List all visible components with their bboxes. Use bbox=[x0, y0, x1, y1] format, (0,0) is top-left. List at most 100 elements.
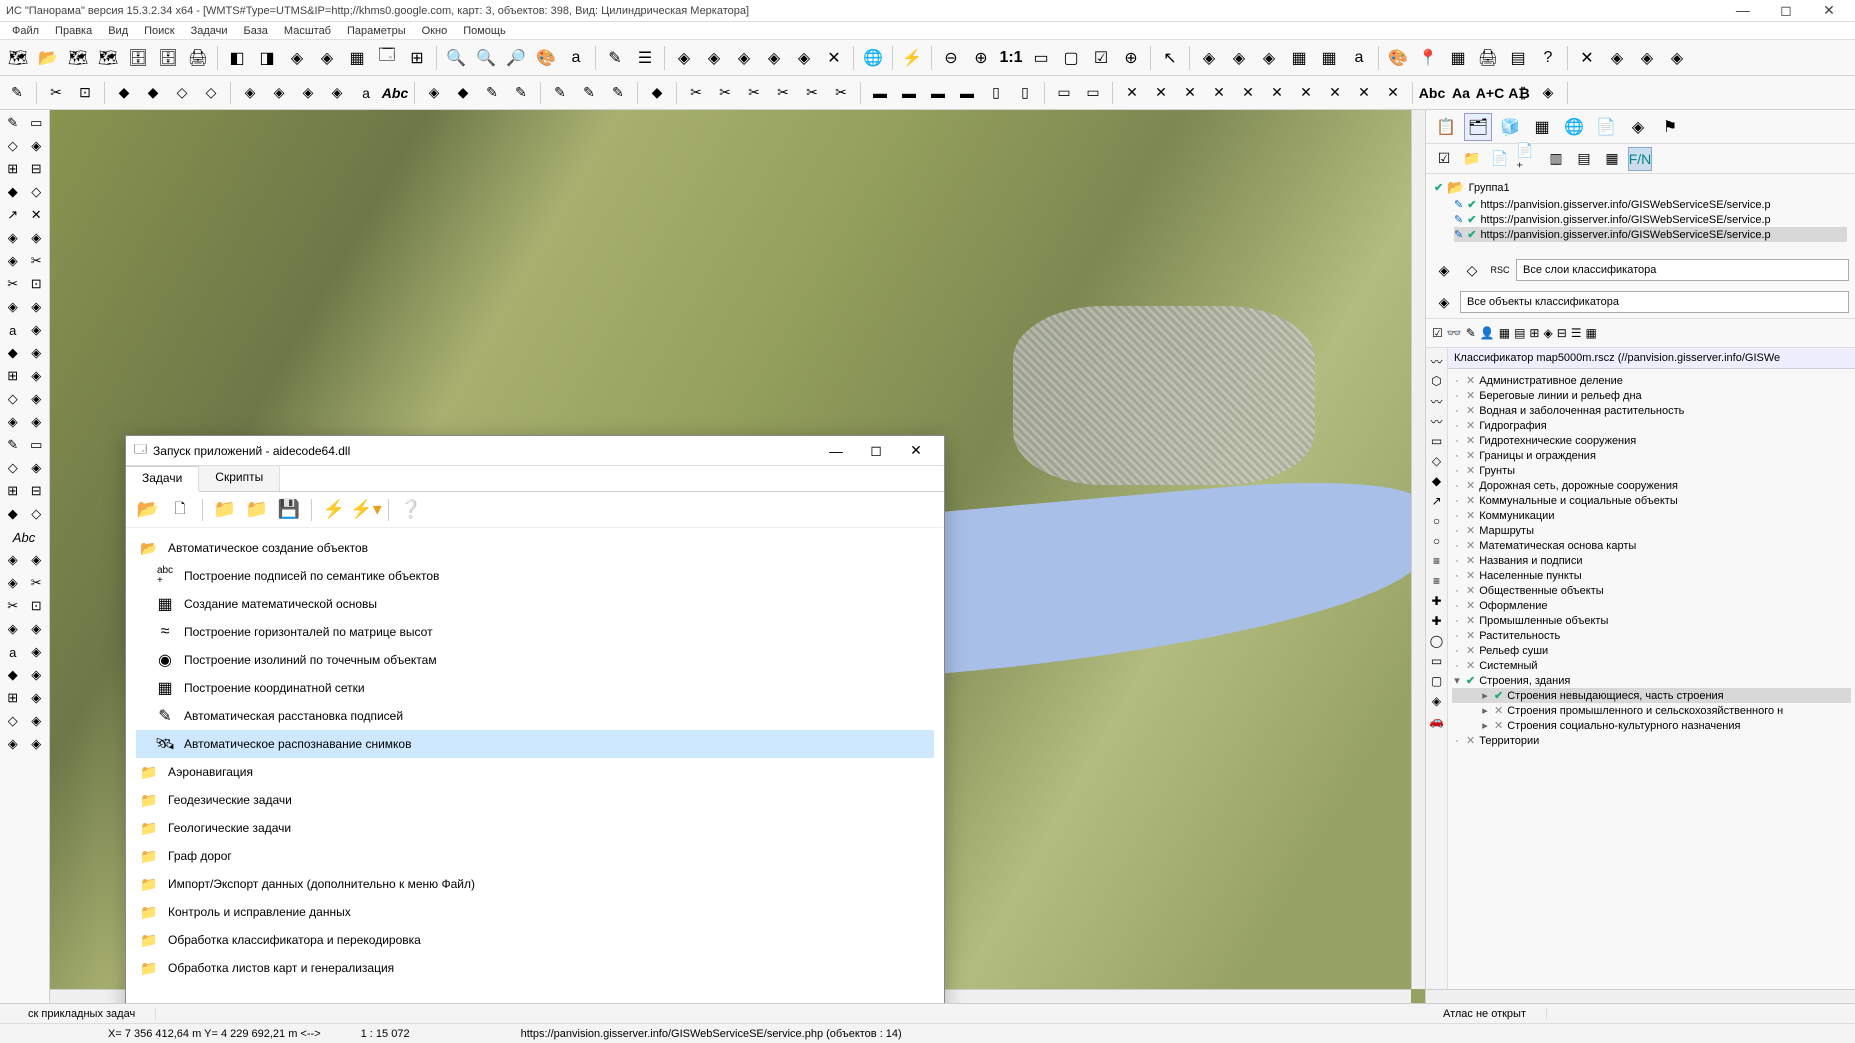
classifier-category-17[interactable]: · ✕ Растительность bbox=[1452, 628, 1851, 643]
lt-btn-9-1[interactable]: ◈ bbox=[26, 319, 48, 341]
tb1-btn-28[interactable]: ◈ bbox=[760, 44, 788, 72]
classifier-subcategory-20-1[interactable]: ▸ ✕ Строения промышленного и сельскохозя… bbox=[1452, 703, 1851, 718]
tb1-btn-36[interactable]: ⊖ bbox=[937, 44, 965, 72]
tb1-btn-9[interactable]: ◨ bbox=[253, 44, 281, 72]
rp-tab-1[interactable]: 📋 bbox=[1432, 113, 1460, 141]
classifier-category-5[interactable]: · ✕ Границы и ограждения bbox=[1452, 448, 1851, 463]
classifier-layer-btn-rsc[interactable]: RSC bbox=[1488, 258, 1512, 282]
cls-tb-5[interactable]: ▦ bbox=[1499, 326, 1510, 340]
tb1-btn-b-24[interactable]: ◈ bbox=[1663, 44, 1691, 72]
dlg-subitem-0-2[interactable]: ≈Построение горизонталей по матрице высо… bbox=[136, 618, 934, 646]
tb1-btn-10[interactable]: ◈ bbox=[283, 44, 311, 72]
tb1-btn-b-15[interactable]: 📍 bbox=[1414, 44, 1442, 72]
tb2-btn-b-3[interactable]: ✎ bbox=[479, 80, 505, 106]
dlg-subitem-0-1[interactable]: ▦Создание математической основы bbox=[136, 590, 934, 618]
tb2-btn-b-14[interactable]: ✂ bbox=[741, 80, 767, 106]
menu-помощь[interactable]: Помощь bbox=[455, 25, 514, 37]
dlg-subitem-0-6[interactable]: 🛰Автоматическое распознавание снимков bbox=[136, 730, 934, 758]
rp-tab-flag[interactable]: ⚑ bbox=[1656, 113, 1684, 141]
rp-layer-btn-1[interactable]: ☑ bbox=[1432, 147, 1456, 171]
dialog-body[interactable]: Автоматическое создание объектовabc+Пост… bbox=[126, 528, 944, 1003]
rp-thin-btn-3[interactable]: 〰 bbox=[1428, 412, 1446, 430]
tb2-btn-b-17[interactable]: ✂ bbox=[828, 80, 854, 106]
tb2-btn-b-29[interactable]: ✕ bbox=[1119, 80, 1145, 106]
tb1-btn-30[interactable]: ✕ bbox=[820, 44, 848, 72]
tb1-btn-27[interactable]: ◈ bbox=[730, 44, 758, 72]
lt-btn-23-0[interactable]: a bbox=[2, 641, 24, 663]
tb2-btn-b-16[interactable]: ✂ bbox=[799, 80, 825, 106]
dlg-item-5[interactable]: Импорт/Экспорт данных (дополнительно к м… bbox=[136, 870, 934, 898]
tb1-btn-b-9[interactable]: ◈ bbox=[1255, 44, 1283, 72]
tb2-btn-b-8[interactable]: ✎ bbox=[605, 80, 631, 106]
tb2-btn-b-6[interactable]: ✎ bbox=[547, 80, 573, 106]
menu-вид[interactable]: Вид bbox=[100, 25, 136, 37]
menu-поиск[interactable]: Поиск bbox=[136, 25, 182, 37]
tb1-btn-2[interactable]: 🗺 bbox=[64, 44, 92, 72]
classifier-category-16[interactable]: · ✕ Промышленные объекты bbox=[1452, 613, 1851, 628]
tb2-btn-10[interactable]: ◈ bbox=[237, 80, 263, 106]
tb2-btn-2[interactable]: ✂ bbox=[43, 80, 69, 106]
menu-параметры[interactable]: Параметры bbox=[339, 25, 414, 37]
tb2-btn-b-13[interactable]: ✂ bbox=[712, 80, 738, 106]
classifier-category-8[interactable]: · ✕ Коммунальные и социальные объекты bbox=[1452, 493, 1851, 508]
tb2-btn-8[interactable]: ◇ bbox=[198, 80, 224, 106]
lt-btn-13-0[interactable]: ◈ bbox=[2, 411, 24, 433]
lt-btn-7-1[interactable]: ⊡ bbox=[26, 273, 48, 295]
rp-thin-btn-10[interactable]: ≡ bbox=[1428, 552, 1446, 570]
lt-btn-8-0[interactable]: ◈ bbox=[2, 296, 24, 318]
dlg-subitem-0-4[interactable]: ▦Построение координатной сетки bbox=[136, 674, 934, 702]
tb1-btn-8[interactable]: ◧ bbox=[223, 44, 251, 72]
lt-btn-3-0[interactable]: ◆ bbox=[2, 181, 24, 203]
tb1-btn-b-10[interactable]: ▦ bbox=[1285, 44, 1313, 72]
lt-btn-16-0[interactable]: ⊞ bbox=[2, 480, 24, 502]
menu-масштаб[interactable]: Масштаб bbox=[276, 25, 339, 37]
tb2-btn-b-33[interactable]: ✕ bbox=[1235, 80, 1261, 106]
tb2-btn-b-12[interactable]: ✂ bbox=[683, 80, 709, 106]
dialog-open-button[interactable]: 📁 bbox=[211, 496, 239, 524]
lt-btn-0-0[interactable]: ✎ bbox=[2, 112, 24, 134]
classifier-category-21[interactable]: · ✕ Территории bbox=[1452, 733, 1851, 748]
rp-thin-btn-17[interactable]: ◈ bbox=[1428, 692, 1446, 710]
tb2-btn-b-2[interactable]: ◆ bbox=[450, 80, 476, 106]
lt-btn-11-1[interactable]: ◈ bbox=[26, 365, 48, 387]
lt-btn-23-1[interactable]: ◈ bbox=[26, 641, 48, 663]
rp-tab-doc[interactable]: 📄 bbox=[1592, 113, 1620, 141]
cls-tb-2[interactable]: 👓 bbox=[1447, 326, 1462, 340]
dlg-item-6[interactable]: Контроль и исправление данных bbox=[136, 898, 934, 926]
cls-tb-6[interactable]: ▤ bbox=[1514, 326, 1525, 340]
dialog-save-button[interactable]: 💾 bbox=[275, 496, 303, 524]
tb1-btn-b-1[interactable]: ▢ bbox=[1057, 44, 1085, 72]
classifier-category-12[interactable]: · ✕ Названия и подписи bbox=[1452, 553, 1851, 568]
tb1-btn-14[interactable]: ⊞ bbox=[403, 44, 431, 72]
cls-tb-8[interactable]: ◈ bbox=[1543, 326, 1552, 340]
dlg-item-1[interactable]: Аэронавигация bbox=[136, 758, 934, 786]
tb2-btn-b-7[interactable]: ✎ bbox=[576, 80, 602, 106]
dialog-close-button[interactable]: ✕ bbox=[896, 442, 936, 459]
layer-url-1[interactable]: ✎ ✔ https://panvision.gisserver.info/GIS… bbox=[1454, 212, 1847, 227]
cls-tb-4[interactable]: 👤 bbox=[1480, 326, 1495, 340]
rp-tab-layers[interactable]: 🗂 bbox=[1464, 113, 1492, 141]
rp-thin-btn-16[interactable]: ▢ bbox=[1428, 672, 1446, 690]
tb1-btn-b-8[interactable]: ◈ bbox=[1225, 44, 1253, 72]
tb2-btn-b-37[interactable]: ✕ bbox=[1351, 80, 1377, 106]
lt-abc-button[interactable]: Abc bbox=[2, 526, 46, 548]
tb2-btn-b-36[interactable]: ✕ bbox=[1322, 80, 1348, 106]
dialog-title-bar[interactable]: 🗔 Запуск приложений - aidecode64.dll — ◻… bbox=[126, 436, 944, 466]
tb2-btn-b-24[interactable]: ▯ bbox=[1012, 80, 1038, 106]
lt-btn-5-1[interactable]: ◈ bbox=[26, 227, 48, 249]
tb1-btn-17[interactable]: 🔍 bbox=[472, 44, 500, 72]
lt-btn-15-1[interactable]: ◈ bbox=[26, 457, 48, 479]
tb2-btn-b-20[interactable]: ▬ bbox=[896, 80, 922, 106]
tb2-btn-b-23[interactable]: ▯ bbox=[983, 80, 1009, 106]
tb1-btn-b-18[interactable]: ▤ bbox=[1504, 44, 1532, 72]
lt-btn-15-0[interactable]: ◇ bbox=[2, 457, 24, 479]
lt-btn-2-0[interactable]: ⊞ bbox=[2, 158, 24, 180]
right-panel-layers-tree[interactable]: ✔ Группа1 ✎ ✔ https://panvision.gisserve… bbox=[1426, 174, 1855, 254]
rp-thin-btn-11[interactable]: ≡ bbox=[1428, 572, 1446, 590]
rp-tab-table[interactable]: ▦ bbox=[1528, 113, 1556, 141]
dialog-tab-scripts[interactable]: Скрипты bbox=[199, 466, 280, 491]
rp-layer-btn-4[interactable]: 📄⁺ bbox=[1516, 147, 1540, 171]
rp-thin-btn-7[interactable]: ↗ bbox=[1428, 492, 1446, 510]
lt-btn-20-0[interactable]: ◈ bbox=[2, 572, 24, 594]
tb1-btn-11[interactable]: ◈ bbox=[313, 44, 341, 72]
